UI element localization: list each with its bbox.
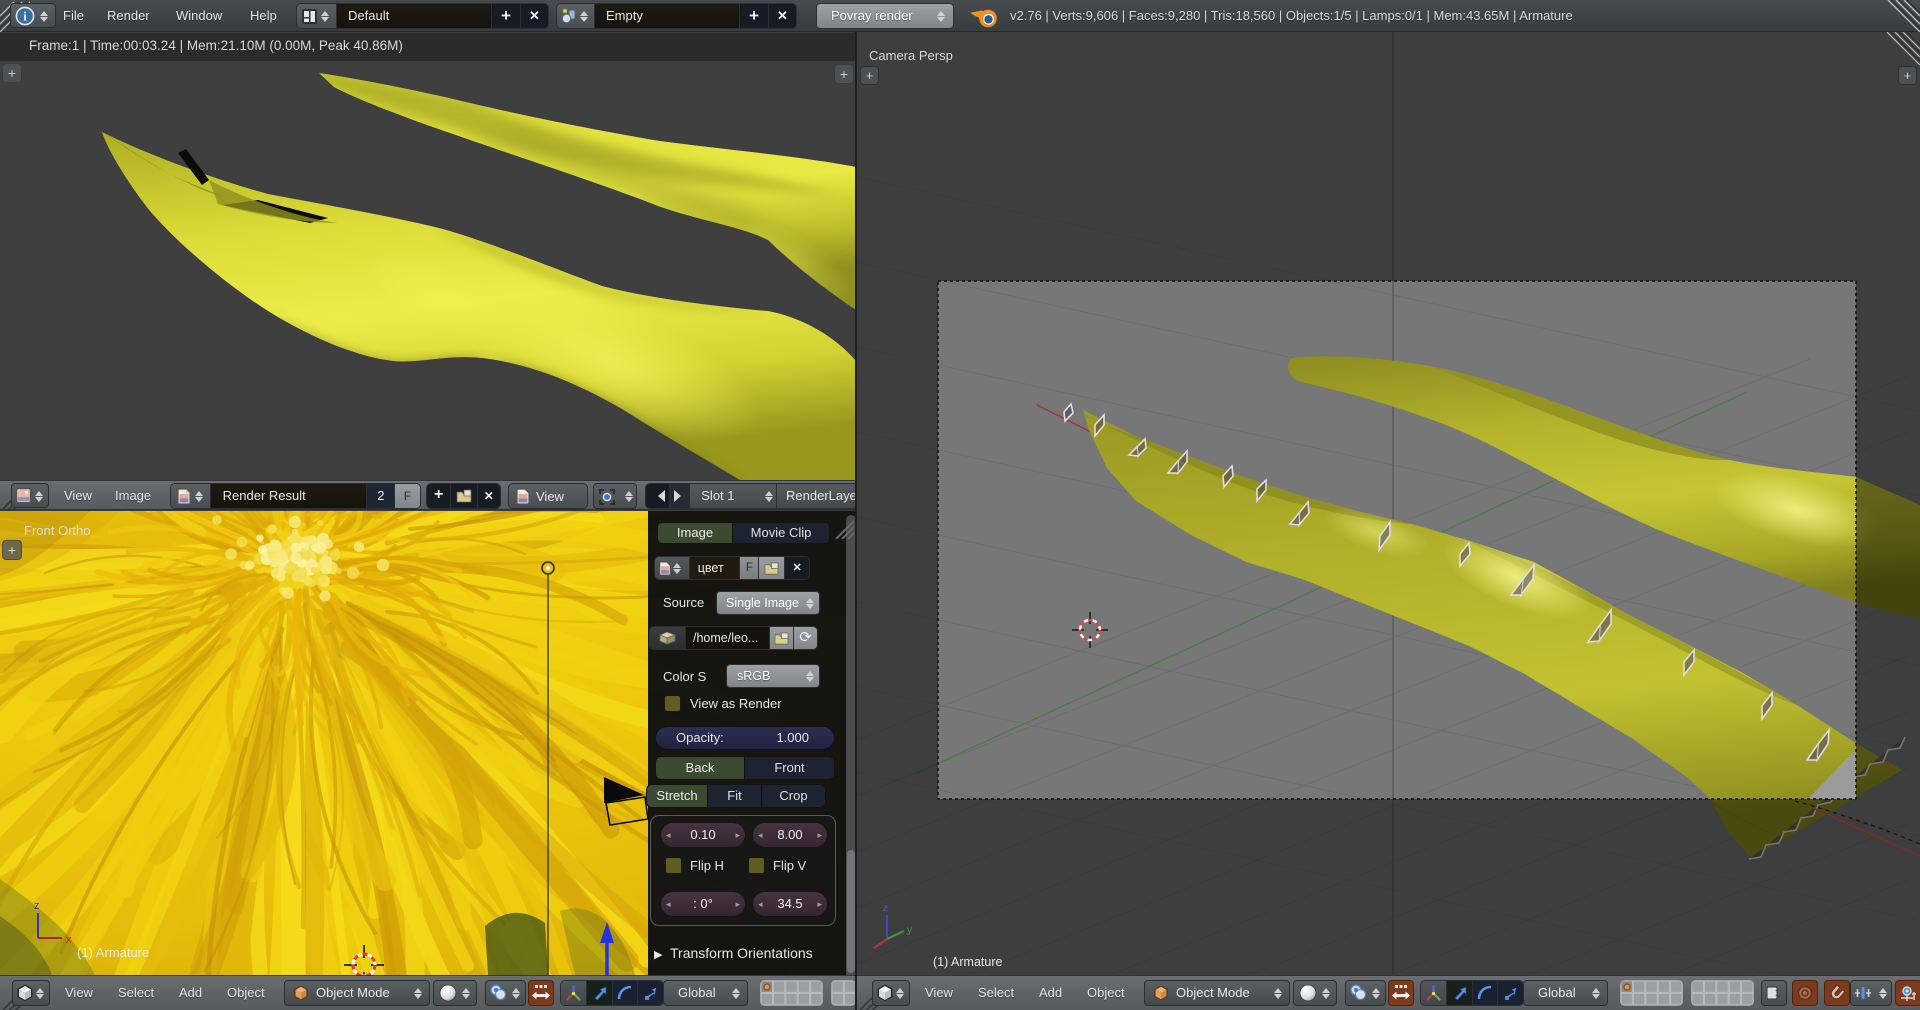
svg-text:(1) Armature: (1) Armature — [933, 955, 1003, 969]
svg-text:x: x — [66, 934, 72, 946]
svg-text:(1) Armature: (1) Armature — [77, 945, 149, 960]
svg-text:y: y — [907, 925, 912, 936]
svg-text:z: z — [883, 903, 888, 914]
svg-text:i: i — [23, 8, 27, 23]
svg-text:z: z — [34, 900, 40, 912]
svg-text:Front Ortho: Front Ortho — [24, 523, 90, 538]
svg-text:Camera Persp: Camera Persp — [869, 48, 953, 63]
